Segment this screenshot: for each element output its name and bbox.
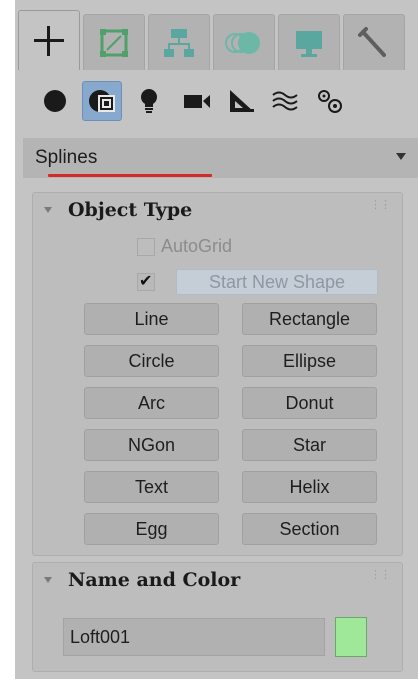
drag-grip-icon[interactable]: ⋮⋮: [370, 570, 391, 581]
systems-icon: [318, 90, 342, 113]
egg-button[interactable]: Egg: [84, 513, 219, 545]
section-button[interactable]: Section: [242, 513, 377, 545]
tab-modify[interactable]: [83, 14, 145, 70]
rollout-title: Name and Color: [68, 569, 241, 591]
object-color-swatch[interactable]: [335, 617, 367, 657]
left-margin: [15, 185, 24, 679]
cameras-icon: [184, 95, 210, 108]
geometry-sphere-icon: [44, 90, 66, 112]
motion-icon: [225, 31, 260, 54]
annotation-underline: [48, 174, 212, 177]
lights-icon: [141, 89, 157, 113]
lights-button[interactable]: [129, 81, 169, 121]
start-new-shape-button[interactable]: Start New Shape: [176, 269, 378, 295]
text-button[interactable]: Text: [84, 471, 219, 503]
command-panel-tabs: [15, 0, 418, 70]
drag-grip-icon[interactable]: ⋮⋮: [370, 200, 391, 211]
space-warps-icon: [272, 91, 298, 111]
donut-button[interactable]: Donut: [242, 387, 377, 419]
plus-icon: [34, 25, 64, 56]
command-panel: Splines Object Type ⋮⋮ AutoGrid ✔ Start …: [15, 0, 418, 679]
dropdown-value: Splines: [35, 147, 98, 168]
tab-utilities[interactable]: [343, 14, 405, 70]
tab-motion[interactable]: [213, 14, 275, 70]
collapse-triangle-icon: [44, 207, 52, 213]
tab-display[interactable]: [278, 14, 340, 70]
display-icon: [296, 30, 322, 57]
tab-hierarchy[interactable]: [148, 14, 210, 70]
ngon-button[interactable]: NGon: [84, 429, 219, 461]
circle-button[interactable]: Circle: [84, 345, 219, 377]
category-toolbar: [15, 78, 418, 124]
helix-button[interactable]: Helix: [242, 471, 377, 503]
start-new-shape-checkbox[interactable]: ✔: [137, 273, 155, 291]
line-button[interactable]: Line: [84, 303, 219, 335]
shapes-button[interactable]: [82, 81, 122, 121]
ellipse-button[interactable]: Ellipse: [242, 345, 377, 377]
modify-icon: [100, 28, 128, 57]
rollout-title: Object Type: [68, 199, 193, 221]
object-type-rollout: Object Type ⋮⋮ AutoGrid ✔ Start New Shap…: [32, 192, 403, 556]
autogrid-label: AutoGrid: [161, 236, 233, 256]
shapes-icon: [89, 90, 115, 112]
checkmark-icon: ✔: [139, 273, 153, 290]
helpers-icon: [230, 90, 254, 112]
tab-create[interactable]: [18, 10, 80, 70]
arc-button[interactable]: Arc: [84, 387, 219, 419]
cameras-button[interactable]: [177, 81, 217, 121]
wrench-icon: [358, 26, 386, 57]
systems-button[interactable]: [310, 81, 350, 121]
star-button[interactable]: Star: [242, 429, 377, 461]
object-category-dropdown[interactable]: Splines: [23, 138, 418, 178]
rectangle-button[interactable]: Rectangle: [242, 303, 377, 335]
geometry-button[interactable]: [35, 81, 75, 121]
object-name-field[interactable]: Loft001: [63, 618, 325, 656]
autogrid-checkbox[interactable]: [137, 238, 155, 256]
chevron-down-icon: [396, 153, 406, 160]
collapse-triangle-icon: [44, 577, 52, 583]
helpers-button[interactable]: [221, 81, 261, 121]
hierarchy-icon: [164, 28, 194, 57]
name-and-color-header[interactable]: Name and Color ⋮⋮: [33, 563, 402, 597]
space-warps-button[interactable]: [265, 81, 305, 121]
object-type-header[interactable]: Object Type ⋮⋮: [33, 193, 402, 227]
